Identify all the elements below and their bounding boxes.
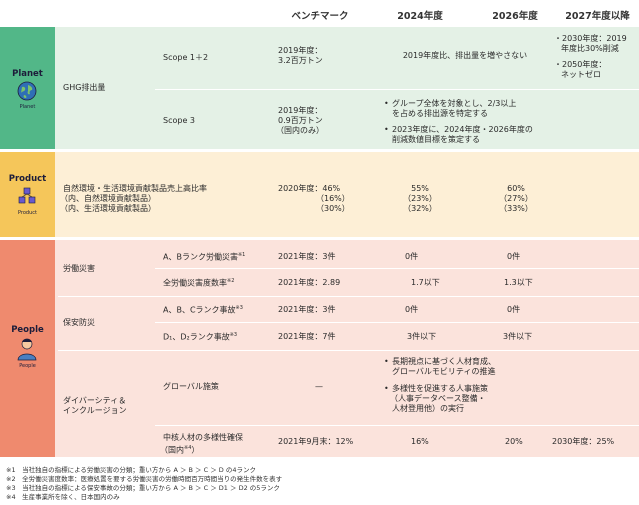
product-benchmark-2: （16%） [316, 194, 350, 203]
product-2024-3: （32%） [403, 204, 437, 213]
footnote-1: ※1 当社独自の指標による労働災害の分類；重い方から A ＞ B ＞ C ＞ D… [6, 466, 257, 474]
scope3-label: Scope 3 [163, 116, 196, 125]
safety-r1-2024: 0件 [405, 305, 419, 314]
safety-r1-2026: 0件 [507, 305, 521, 314]
product-2026-1: 60% [507, 184, 525, 193]
scope3-benchmark-line2: 0.9百万トン [278, 116, 323, 125]
scope3-bullet1b: を占める排出源を特定する [392, 109, 488, 118]
diversity-label-line2: インクルージョン [63, 406, 127, 415]
global-bullet-dot2: • [384, 384, 389, 393]
product-sub-label: Product [18, 210, 37, 216]
core-talent-label-line2: （国内※4） [160, 443, 199, 456]
planet-divider [155, 89, 639, 90]
product-metric-line2: （内、自然環境貢献製品） [60, 194, 156, 203]
safety-r1-benchmark: 2021年度：3件 [278, 305, 336, 314]
product-2026-2: （27%） [499, 194, 533, 203]
planet-label: Planet [12, 69, 43, 79]
footnote-3: ※3 当社独自の指標による保安事故の分類；重い方から A ＞ B ＞ C ＞ D… [6, 484, 280, 492]
product-benchmark-1: 2020年度：46% [278, 184, 341, 193]
globe-icon [17, 81, 37, 101]
diversity-label-line1: ダイバーシティ＆ [63, 396, 127, 405]
global-bullet1a: 長期視点に基づく人材育成、 [392, 357, 496, 366]
safety-label: 保安防災 [63, 318, 95, 327]
global-bullet2a: 多様性を促進する人事施策 [392, 384, 488, 393]
product-2024-1: 55% [411, 184, 429, 193]
footnote-2: ※2 全労働災害度数率：医療処置を要する労働災害の労働時間百万時間当りの発生件数… [6, 475, 283, 483]
scope12-benchmark-line2: 3.2百万トン [278, 56, 323, 65]
labor-label: 労働災害 [63, 264, 95, 273]
scope3-bullet1a: グループ全体を対象とし、2/3以上 [392, 99, 517, 108]
scope12-later-2a: ・2050年度： [554, 60, 607, 69]
labor-r2-benchmark: 2021年度：2.89 [278, 278, 341, 287]
people-sub-label: People [19, 363, 36, 369]
header-benchmark: ベンチマーク [291, 11, 349, 22]
scope12-target: 2019年度比、排出量を増やさない [402, 51, 528, 60]
ghg-metric-label: GHG排出量 [63, 83, 106, 92]
product-label: Product [8, 174, 47, 184]
labor-r2-2026: 1.3以下 [504, 278, 533, 287]
core-talent-2026: 20% [505, 437, 523, 446]
header-2027-later: 2027年度以降 [565, 11, 630, 22]
global-measures-benchmark: — [315, 382, 323, 391]
global-bullet1b: グローバルモビリティの推進 [392, 367, 496, 376]
labor-r1-note: ※1 [237, 252, 246, 258]
scope12-later-1a: ・2030年度：2019 [554, 34, 627, 43]
safety-r2-2024: 3件以下 [407, 332, 437, 341]
global-measures-label: グローバル施策 [163, 382, 219, 391]
scope12-benchmark-line1: 2019年度： [278, 46, 323, 55]
core-talent-label3-text: ） [191, 445, 200, 455]
global-bullet2b: （人事データベース整備・ [390, 394, 486, 403]
scope12-later-1b: 年度比30%削減 [561, 44, 619, 53]
labor-r1-label: A、Bランク労働災害※1 [163, 250, 245, 263]
global-bullet2c: 人材登用他）の実行 [392, 404, 464, 413]
scope3-bullet2b: 削減数値目標を策定する [392, 135, 480, 144]
safety-r2-text: D₁、D₂ランク事故 [163, 332, 230, 342]
labor-sub-divider [155, 268, 639, 269]
safety-r1-note: ※3 [235, 305, 243, 311]
core-talent-later: 2030年度：25% [552, 437, 615, 446]
safety-r2-benchmark: 2021年度：7件 [278, 332, 336, 341]
person-icon [16, 337, 38, 361]
scope3-benchmark-line3: （国内のみ） [276, 126, 324, 135]
labor-r1-2024: 0件 [405, 252, 419, 261]
product-metric-line1: 自然環境・生活環境貢献製品売上高比率 [63, 184, 207, 193]
core-talent-label-line1: 中核人材の多様性確保 [163, 433, 243, 442]
labor-r1-2026: 0件 [507, 252, 521, 261]
people-divider-safety-diversity [58, 350, 639, 351]
labor-r2-text: 全労働災害度数率 [163, 278, 227, 288]
safety-r2-note: ※3 [229, 332, 238, 338]
safety-r2-2026: 3件以下 [503, 332, 533, 341]
safety-sub-divider [155, 322, 639, 323]
scope3-benchmark-line1: 2019年度： [278, 106, 323, 115]
labor-r2-label: 全労働災害度数率※2 [163, 276, 234, 289]
core-talent-2024: 16% [411, 437, 429, 446]
product-2026-3: （33%） [499, 204, 533, 213]
product-metric-line3: （内、生活環境貢献製品） [60, 204, 156, 213]
scope3-bullet-dot: • [384, 99, 389, 108]
people-divider-labor-safety [58, 296, 639, 297]
diversity-sub-divider [155, 425, 639, 426]
labor-r2-2024: 1.7以下 [411, 278, 440, 287]
people-label: People [11, 325, 44, 335]
product-benchmark-3: （30%） [316, 204, 350, 213]
planet-sub-label: Planet [19, 104, 36, 110]
product-2024-2: （23%） [403, 194, 437, 203]
labor-r1-text: A、Bランク労働災害 [163, 252, 238, 262]
scope3-bullet-dot2: • [384, 125, 389, 134]
core-talent-benchmark: 2021年9月末：12% [278, 437, 354, 446]
core-talent-label2-text: （国内 [160, 445, 184, 455]
scope12-later-2b: ネットゼロ [561, 70, 601, 79]
scope3-bullet2a: 2023年度に、2024年度・2026年度の [392, 125, 533, 134]
labor-r1-benchmark: 2021年度：3件 [278, 252, 336, 261]
scope12-label: Scope 1＋2 [163, 53, 209, 62]
footnote-4: ※4 生産事業所を除く、日本国内のみ [6, 493, 120, 501]
global-bullet-dot1: • [384, 357, 389, 366]
cubes-icon [17, 186, 37, 206]
header-2026: 2026年度 [492, 11, 538, 22]
safety-r1-label: A、B、Cランク事故※3 [163, 303, 243, 316]
safety-r1-text: A、B、Cランク事故 [163, 305, 236, 315]
labor-r2-note: ※2 [227, 278, 235, 284]
safety-r2-label: D₁、D₂ランク事故※3 [163, 330, 237, 343]
header-2024: 2024年度 [397, 11, 443, 22]
